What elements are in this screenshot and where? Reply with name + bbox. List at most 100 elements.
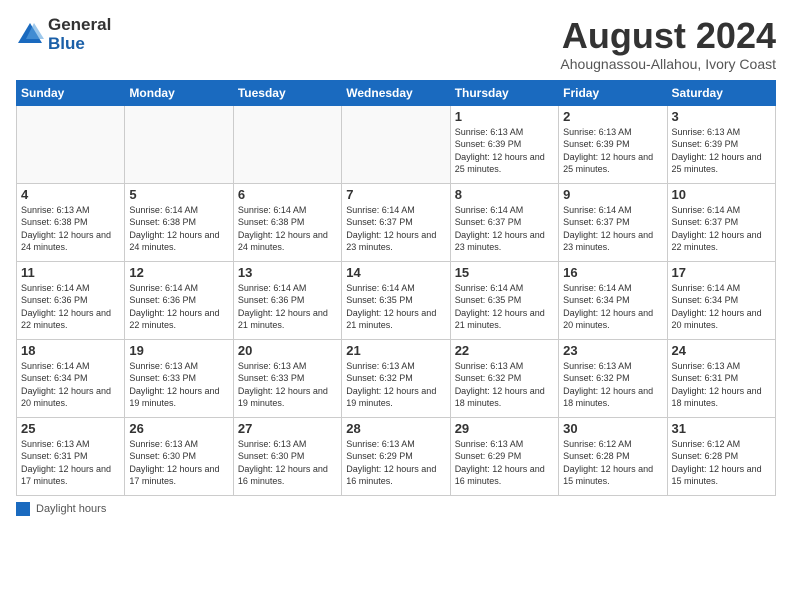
header-cell-thursday: Thursday xyxy=(450,80,558,105)
day-info: Sunrise: 6:14 AMSunset: 6:37 PMDaylight:… xyxy=(346,204,445,254)
day-number: 30 xyxy=(563,421,662,436)
day-cell: 19 Sunrise: 6:13 AMSunset: 6:33 PMDayligh… xyxy=(125,339,233,417)
day-number: 11 xyxy=(21,265,120,280)
header-cell-friday: Friday xyxy=(559,80,667,105)
day-info: Sunrise: 6:13 AMSunset: 6:29 PMDaylight:… xyxy=(455,438,554,488)
day-info: Sunrise: 6:14 AMSunset: 6:36 PMDaylight:… xyxy=(238,282,337,332)
day-info: Sunrise: 6:12 AMSunset: 6:28 PMDaylight:… xyxy=(672,438,771,488)
month-year-title: August 2024 xyxy=(560,16,776,56)
day-cell: 18 Sunrise: 6:14 AMSunset: 6:34 PMDayligh… xyxy=(17,339,125,417)
day-number: 5 xyxy=(129,187,228,202)
day-cell: 22 Sunrise: 6:13 AMSunset: 6:32 PMDayligh… xyxy=(450,339,558,417)
day-number: 12 xyxy=(129,265,228,280)
day-cell: 3 Sunrise: 6:13 AMSunset: 6:39 PMDaylight… xyxy=(667,105,775,183)
title-block: August 2024 Ahougnassou-Allahou, Ivory C… xyxy=(560,16,776,72)
day-info: Sunrise: 6:13 AMSunset: 6:30 PMDaylight:… xyxy=(238,438,337,488)
day-number: 7 xyxy=(346,187,445,202)
day-cell: 4Sunrise: 6:13 AMSunset: 6:38 PMDaylight… xyxy=(17,183,125,261)
day-info: Sunrise: 6:13 AMSunset: 6:32 PMDaylight:… xyxy=(455,360,554,410)
day-cell: 5Sunrise: 6:14 AMSunset: 6:38 PMDaylight… xyxy=(125,183,233,261)
page-header: General Blue August 2024 Ahougnassou-All… xyxy=(16,16,776,72)
day-info: Sunrise: 6:13 AMSunset: 6:30 PMDaylight:… xyxy=(129,438,228,488)
week-row-5: 25 Sunrise: 6:13 AMSunset: 6:31 PMDayligh… xyxy=(17,417,776,495)
week-row-3: 11 Sunrise: 6:14 AMSunset: 6:36 PMDayligh… xyxy=(17,261,776,339)
day-cell xyxy=(342,105,450,183)
day-cell xyxy=(17,105,125,183)
logo-general: General xyxy=(48,16,111,35)
day-cell: 12 Sunrise: 6:14 AMSunset: 6:36 PMDayligh… xyxy=(125,261,233,339)
location-subtitle: Ahougnassou-Allahou, Ivory Coast xyxy=(560,56,776,72)
day-cell: 15Sunrise: 6:14 AMSunset: 6:35 PMDayligh… xyxy=(450,261,558,339)
day-info: Sunrise: 6:13 AMSunset: 6:33 PMDaylight:… xyxy=(238,360,337,410)
header-cell-sunday: Sunday xyxy=(17,80,125,105)
day-number: 6 xyxy=(238,187,337,202)
day-number: 19 xyxy=(129,343,228,358)
day-number: 20 xyxy=(238,343,337,358)
day-cell: 13Sunrise: 6:14 AMSunset: 6:36 PMDayligh… xyxy=(233,261,341,339)
day-cell: 25 Sunrise: 6:13 AMSunset: 6:31 PMDayligh… xyxy=(17,417,125,495)
day-number: 15 xyxy=(455,265,554,280)
legend-label: Daylight hours xyxy=(36,503,106,515)
day-info: Sunrise: 6:13 AMSunset: 6:39 PMDaylight:… xyxy=(672,126,771,176)
header-cell-tuesday: Tuesday xyxy=(233,80,341,105)
day-cell: 11 Sunrise: 6:14 AMSunset: 6:36 PMDayligh… xyxy=(17,261,125,339)
day-cell: 27 Sunrise: 6:13 AMSunset: 6:30 PMDayligh… xyxy=(233,417,341,495)
day-cell: 8 Sunrise: 6:14 AMSunset: 6:37 PMDaylight… xyxy=(450,183,558,261)
day-number: 25 xyxy=(21,421,120,436)
day-info: Sunrise: 6:13 AMSunset: 6:31 PMDaylight:… xyxy=(672,360,771,410)
day-info: Sunrise: 6:13 AMSunset: 6:32 PMDaylight:… xyxy=(346,360,445,410)
day-info: Sunrise: 6:13 AMSunset: 6:33 PMDaylight:… xyxy=(129,360,228,410)
day-number: 29 xyxy=(455,421,554,436)
calendar-body: 1Sunrise: 6:13 AMSunset: 6:39 PMDaylight… xyxy=(17,105,776,495)
day-info: Sunrise: 6:14 AMSunset: 6:36 PMDaylight:… xyxy=(21,282,120,332)
logo-icon xyxy=(16,21,44,49)
day-info: Sunrise: 6:14 AMSunset: 6:37 PMDaylight:… xyxy=(563,204,662,254)
day-info: Sunrise: 6:13 AMSunset: 6:31 PMDaylight:… xyxy=(21,438,120,488)
day-number: 22 xyxy=(455,343,554,358)
week-row-2: 4Sunrise: 6:13 AMSunset: 6:38 PMDaylight… xyxy=(17,183,776,261)
day-cell: 28 Sunrise: 6:13 AMSunset: 6:29 PMDayligh… xyxy=(342,417,450,495)
day-number: 27 xyxy=(238,421,337,436)
calendar-header: SundayMondayTuesdayWednesdayThursdayFrid… xyxy=(17,80,776,105)
day-cell: 26Sunrise: 6:13 AMSunset: 6:30 PMDayligh… xyxy=(125,417,233,495)
day-number: 16 xyxy=(563,265,662,280)
week-row-4: 18 Sunrise: 6:14 AMSunset: 6:34 PMDayligh… xyxy=(17,339,776,417)
day-cell: 1Sunrise: 6:13 AMSunset: 6:39 PMDaylight… xyxy=(450,105,558,183)
legend: Daylight hours xyxy=(16,502,776,516)
day-info: Sunrise: 6:13 AMSunset: 6:32 PMDaylight:… xyxy=(563,360,662,410)
day-info: Sunrise: 6:13 AMSunset: 6:38 PMDaylight:… xyxy=(21,204,120,254)
day-info: Sunrise: 6:14 AMSunset: 6:34 PMDaylight:… xyxy=(563,282,662,332)
day-info: Sunrise: 6:13 AMSunset: 6:39 PMDaylight:… xyxy=(563,126,662,176)
day-number: 14 xyxy=(346,265,445,280)
day-cell: 14 Sunrise: 6:14 AMSunset: 6:35 PMDayligh… xyxy=(342,261,450,339)
day-info: Sunrise: 6:13 AMSunset: 6:29 PMDaylight:… xyxy=(346,438,445,488)
day-number: 28 xyxy=(346,421,445,436)
week-row-1: 1Sunrise: 6:13 AMSunset: 6:39 PMDaylight… xyxy=(17,105,776,183)
legend-color-box xyxy=(16,502,30,516)
header-row: SundayMondayTuesdayWednesdayThursdayFrid… xyxy=(17,80,776,105)
day-cell: 9Sunrise: 6:14 AMSunset: 6:37 PMDaylight… xyxy=(559,183,667,261)
header-cell-saturday: Saturday xyxy=(667,80,775,105)
day-cell: 30 Sunrise: 6:12 AMSunset: 6:28 PMDayligh… xyxy=(559,417,667,495)
day-cell: 10Sunrise: 6:14 AMSunset: 6:37 PMDayligh… xyxy=(667,183,775,261)
day-info: Sunrise: 6:12 AMSunset: 6:28 PMDaylight:… xyxy=(563,438,662,488)
day-info: Sunrise: 6:14 AMSunset: 6:34 PMDaylight:… xyxy=(21,360,120,410)
day-number: 10 xyxy=(672,187,771,202)
day-info: Sunrise: 6:14 AMSunset: 6:36 PMDaylight:… xyxy=(129,282,228,332)
day-number: 8 xyxy=(455,187,554,202)
day-number: 18 xyxy=(21,343,120,358)
calendar-table: SundayMondayTuesdayWednesdayThursdayFrid… xyxy=(16,80,776,496)
day-cell: 31 Sunrise: 6:12 AMSunset: 6:28 PMDayligh… xyxy=(667,417,775,495)
day-cell xyxy=(125,105,233,183)
day-info: Sunrise: 6:14 AMSunset: 6:35 PMDaylight:… xyxy=(346,282,445,332)
day-number: 31 xyxy=(672,421,771,436)
day-cell: 24Sunrise: 6:13 AMSunset: 6:31 PMDayligh… xyxy=(667,339,775,417)
day-number: 21 xyxy=(346,343,445,358)
day-cell: 29 Sunrise: 6:13 AMSunset: 6:29 PMDayligh… xyxy=(450,417,558,495)
day-info: Sunrise: 6:14 AMSunset: 6:34 PMDaylight:… xyxy=(672,282,771,332)
day-number: 2 xyxy=(563,109,662,124)
logo: General Blue xyxy=(16,16,111,53)
day-cell: 20 Sunrise: 6:13 AMSunset: 6:33 PMDayligh… xyxy=(233,339,341,417)
day-number: 3 xyxy=(672,109,771,124)
day-info: Sunrise: 6:14 AMSunset: 6:37 PMDaylight:… xyxy=(455,204,554,254)
